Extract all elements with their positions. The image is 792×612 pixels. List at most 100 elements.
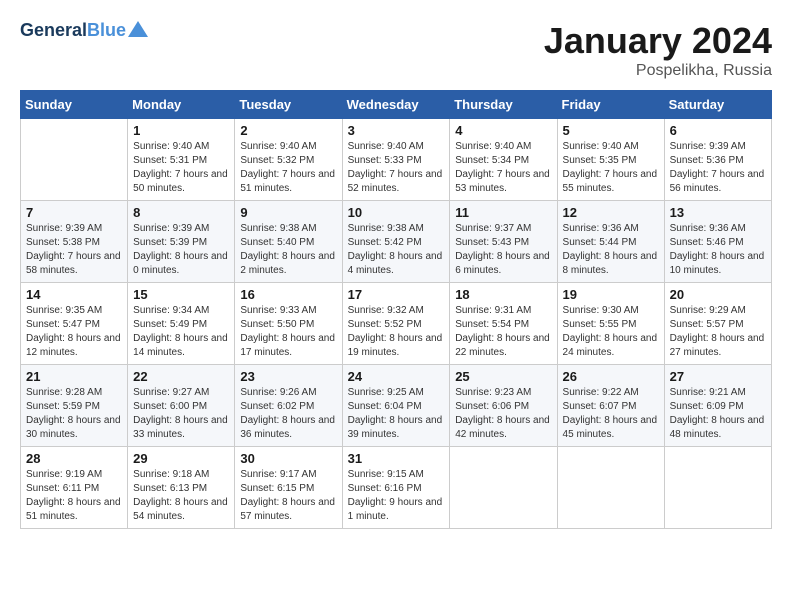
day-info: Sunrise: 9:40 AMSunset: 5:32 PMDaylight:… (240, 140, 336, 196)
day-number: 17 (348, 287, 445, 302)
calendar-cell: 26 Sunrise: 9:22 AMSunset: 6:07 PMDayligh… (557, 365, 664, 447)
day-number: 2 (240, 123, 336, 138)
day-number: 21 (26, 369, 122, 384)
month-title: January 2024 (544, 20, 772, 62)
calendar-cell: 12 Sunrise: 9:36 AMSunset: 5:44 PMDayligh… (557, 201, 664, 283)
calendar-cell: 28 Sunrise: 9:19 AMSunset: 6:11 PMDayligh… (21, 447, 128, 529)
title-block: January 2024 Pospelikha, Russia (544, 20, 772, 80)
day-number: 22 (133, 369, 229, 384)
day-number: 11 (455, 205, 551, 220)
day-info: Sunrise: 9:18 AMSunset: 6:13 PMDaylight:… (133, 468, 229, 524)
day-info: Sunrise: 9:36 AMSunset: 5:44 PMDaylight:… (563, 222, 659, 278)
logo: GeneralBlue (20, 20, 148, 42)
page-header: GeneralBlue January 2024 Pospelikha, Rus… (20, 20, 772, 80)
day-info: Sunrise: 9:32 AMSunset: 5:52 PMDaylight:… (348, 304, 445, 360)
day-number: 16 (240, 287, 336, 302)
weekday-header-wednesday: Wednesday (342, 91, 450, 119)
calendar-cell: 15 Sunrise: 9:34 AMSunset: 5:49 PMDayligh… (128, 283, 235, 365)
day-number: 9 (240, 205, 336, 220)
day-number: 19 (563, 287, 659, 302)
day-number: 8 (133, 205, 229, 220)
day-number: 13 (670, 205, 766, 220)
day-info: Sunrise: 9:30 AMSunset: 5:55 PMDaylight:… (563, 304, 659, 360)
day-info: Sunrise: 9:28 AMSunset: 5:59 PMDaylight:… (26, 386, 122, 442)
calendar-cell: 16 Sunrise: 9:33 AMSunset: 5:50 PMDayligh… (235, 283, 342, 365)
day-number: 14 (26, 287, 122, 302)
day-number: 3 (348, 123, 445, 138)
day-info: Sunrise: 9:23 AMSunset: 6:06 PMDaylight:… (455, 386, 551, 442)
calendar-cell (664, 447, 771, 529)
day-info: Sunrise: 9:37 AMSunset: 5:43 PMDaylight:… (455, 222, 551, 278)
day-number: 15 (133, 287, 229, 302)
calendar-cell: 4 Sunrise: 9:40 AMSunset: 5:34 PMDaylight… (450, 119, 557, 201)
day-number: 5 (563, 123, 659, 138)
day-info: Sunrise: 9:15 AMSunset: 6:16 PMDaylight:… (348, 468, 445, 524)
day-number: 30 (240, 451, 336, 466)
day-info: Sunrise: 9:29 AMSunset: 5:57 PMDaylight:… (670, 304, 766, 360)
day-number: 10 (348, 205, 445, 220)
calendar-cell: 21 Sunrise: 9:28 AMSunset: 5:59 PMDayligh… (21, 365, 128, 447)
week-row-1: 1 Sunrise: 9:40 AMSunset: 5:31 PMDaylight… (21, 119, 772, 201)
day-info: Sunrise: 9:40 AMSunset: 5:31 PMDaylight:… (133, 140, 229, 196)
day-info: Sunrise: 9:33 AMSunset: 5:50 PMDaylight:… (240, 304, 336, 360)
calendar-cell: 29 Sunrise: 9:18 AMSunset: 6:13 PMDayligh… (128, 447, 235, 529)
calendar-cell: 2 Sunrise: 9:40 AMSunset: 5:32 PMDaylight… (235, 119, 342, 201)
day-info: Sunrise: 9:22 AMSunset: 6:07 PMDaylight:… (563, 386, 659, 442)
day-number: 1 (133, 123, 229, 138)
week-row-4: 21 Sunrise: 9:28 AMSunset: 5:59 PMDayligh… (21, 365, 772, 447)
day-number: 25 (455, 369, 551, 384)
day-info: Sunrise: 9:21 AMSunset: 6:09 PMDaylight:… (670, 386, 766, 442)
calendar-cell: 11 Sunrise: 9:37 AMSunset: 5:43 PMDayligh… (450, 201, 557, 283)
day-number: 4 (455, 123, 551, 138)
day-info: Sunrise: 9:38 AMSunset: 5:40 PMDaylight:… (240, 222, 336, 278)
day-info: Sunrise: 9:36 AMSunset: 5:46 PMDaylight:… (670, 222, 766, 278)
day-number: 28 (26, 451, 122, 466)
week-row-2: 7 Sunrise: 9:39 AMSunset: 5:38 PMDaylight… (21, 201, 772, 283)
week-row-3: 14Sunrise: 9:35 AMSunset: 5:47 PMDayligh… (21, 283, 772, 365)
calendar-cell: 8Sunrise: 9:39 AMSunset: 5:39 PMDaylight… (128, 201, 235, 283)
day-info: Sunrise: 9:39 AMSunset: 5:36 PMDaylight:… (670, 140, 766, 196)
calendar-cell (21, 119, 128, 201)
day-info: Sunrise: 9:39 AMSunset: 5:38 PMDaylight:… (26, 222, 122, 278)
day-info: Sunrise: 9:34 AMSunset: 5:49 PMDaylight:… (133, 304, 229, 360)
calendar-cell: 13 Sunrise: 9:36 AMSunset: 5:46 PMDayligh… (664, 201, 771, 283)
calendar-cell: 30 Sunrise: 9:17 AMSunset: 6:15 PMDayligh… (235, 447, 342, 529)
calendar-cell (557, 447, 664, 529)
day-info: Sunrise: 9:17 AMSunset: 6:15 PMDaylight:… (240, 468, 336, 524)
day-number: 12 (563, 205, 659, 220)
calendar-table: SundayMondayTuesdayWednesdayThursdayFrid… (20, 90, 772, 529)
weekday-header-row: SundayMondayTuesdayWednesdayThursdayFrid… (21, 91, 772, 119)
day-info: Sunrise: 9:31 AMSunset: 5:54 PMDaylight:… (455, 304, 551, 360)
day-number: 18 (455, 287, 551, 302)
logo-icon (128, 19, 148, 39)
calendar-cell: 10 Sunrise: 9:38 AMSunset: 5:42 PMDayligh… (342, 201, 450, 283)
day-number: 26 (563, 369, 659, 384)
calendar-cell: 7 Sunrise: 9:39 AMSunset: 5:38 PMDaylight… (21, 201, 128, 283)
day-info: Sunrise: 9:27 AMSunset: 6:00 PMDaylight:… (133, 386, 229, 442)
calendar-cell (450, 447, 557, 529)
calendar-cell: 24Sunrise: 9:25 AMSunset: 6:04 PMDayligh… (342, 365, 450, 447)
location: Pospelikha, Russia (544, 62, 772, 80)
day-info: Sunrise: 9:38 AMSunset: 5:42 PMDaylight:… (348, 222, 445, 278)
calendar-cell: 19 Sunrise: 9:30 AMSunset: 5:55 PMDayligh… (557, 283, 664, 365)
day-number: 7 (26, 205, 122, 220)
calendar-cell: 3 Sunrise: 9:40 AMSunset: 5:33 PMDaylight… (342, 119, 450, 201)
calendar-cell: 23Sunrise: 9:26 AMSunset: 6:02 PMDayligh… (235, 365, 342, 447)
day-info: Sunrise: 9:40 AMSunset: 5:34 PMDaylight:… (455, 140, 551, 196)
weekday-header-friday: Friday (557, 91, 664, 119)
day-number: 24 (348, 369, 445, 384)
calendar-cell: 20Sunrise: 9:29 AMSunset: 5:57 PMDayligh… (664, 283, 771, 365)
day-number: 29 (133, 451, 229, 466)
calendar-cell: 22 Sunrise: 9:27 AMSunset: 6:00 PMDayligh… (128, 365, 235, 447)
calendar-cell: 17 Sunrise: 9:32 AMSunset: 5:52 PMDayligh… (342, 283, 450, 365)
day-info: Sunrise: 9:19 AMSunset: 6:11 PMDaylight:… (26, 468, 122, 524)
calendar-cell: 1 Sunrise: 9:40 AMSunset: 5:31 PMDaylight… (128, 119, 235, 201)
calendar-cell: 6Sunrise: 9:39 AMSunset: 5:36 PMDaylight… (664, 119, 771, 201)
day-info: Sunrise: 9:40 AMSunset: 5:33 PMDaylight:… (348, 140, 445, 196)
weekday-header-tuesday: Tuesday (235, 91, 342, 119)
weekday-header-saturday: Saturday (664, 91, 771, 119)
calendar-cell: 31 Sunrise: 9:15 AMSunset: 6:16 PMDayligh… (342, 447, 450, 529)
calendar-cell: 14Sunrise: 9:35 AMSunset: 5:47 PMDayligh… (21, 283, 128, 365)
day-number: 31 (348, 451, 445, 466)
logo-text: GeneralBlue (20, 20, 126, 42)
